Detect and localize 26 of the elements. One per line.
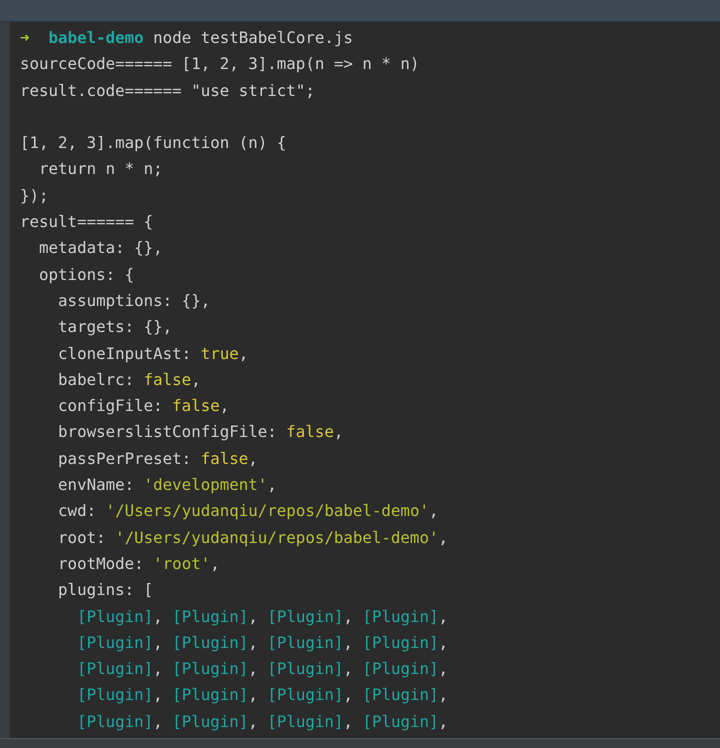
- terminal-line: ➜ babel-demo node testBabelCore.js: [20, 27, 353, 49]
- terminal-line: targets: {},: [57, 316, 172, 338]
- terminal-line: metadata: {},: [38, 237, 163, 260]
- terminal-line: [1, 2, 3].map(function (n) {: [20, 132, 286, 154]
- terminal-line: configFile: false,: [57, 395, 230, 418]
- terminal-line: cloneInputAst: true,: [57, 342, 248, 365]
- terminal-line: options: {: [38, 264, 134, 286]
- terminal-line: });: [20, 184, 49, 207]
- terminal-line: [Plugin], [Plugin], [Plugin], [Plugin],: [77, 606, 448, 628]
- terminal-line: [Plugin], [Plugin], [Plugin], [Plugin],: [77, 684, 448, 706]
- terminal-line: rootMode: 'root',: [57, 552, 220, 575]
- terminal-line: babelrc: false,: [57, 368, 201, 391]
- terminal-line: cwd: '/Users/yudanqiu/repos/babel-demo',: [57, 500, 438, 522]
- terminal-line: assumptions: {},: [57, 290, 210, 312]
- terminal-line: passPerPreset: false,: [57, 448, 258, 470]
- terminal-line: envName: 'development',: [57, 474, 277, 496]
- terminal-line: sourceCode====== [1, 2, 3].map(n => n * n): [20, 53, 420, 76]
- terminal-line: result.code====== "use strict";: [20, 80, 315, 102]
- terminal-line: browserslistConfigFile: false,: [57, 421, 344, 444]
- terminal-line: [Plugin], [Plugin], [Plugin], [Plugin],: [77, 710, 448, 733]
- terminal-line: return n * n;: [38, 158, 163, 180]
- terminal-line: [Plugin], [Plugin], [Plugin], [Plugin],: [77, 632, 448, 654]
- terminal-line: root: '/Users/yudanqiu/repos/babel-demo',: [57, 526, 448, 549]
- terminal-line: result====== {: [20, 211, 154, 234]
- terminal-line: [Plugin], [Plugin], [Plugin], [Plugin],: [77, 658, 448, 680]
- terminal-line: plugins: [: [57, 579, 154, 602]
